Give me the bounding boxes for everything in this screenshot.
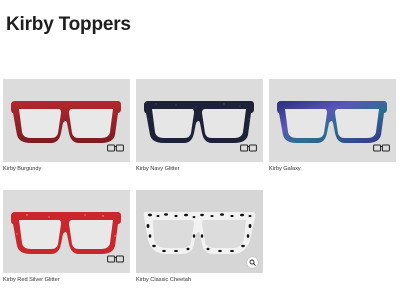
product-image[interactable] xyxy=(3,79,130,162)
product-image[interactable] xyxy=(136,79,263,162)
brand-logo[interactable] xyxy=(183,0,217,6)
product-card[interactable]: Kirby Galaxy xyxy=(269,79,396,172)
glasses-icon xyxy=(240,144,257,152)
product-image[interactable] xyxy=(3,190,130,273)
product-image[interactable] xyxy=(136,190,263,273)
product-name[interactable]: Kirby Burgundy xyxy=(3,166,130,172)
product-image[interactable] xyxy=(269,79,396,162)
glasses-icon xyxy=(107,255,124,263)
product-name[interactable]: Kirby Classic Cheetah xyxy=(136,277,263,283)
glasses-icon xyxy=(107,144,124,152)
product-card[interactable]: Kirby Navy Glitter xyxy=(136,79,263,172)
quick-view-button[interactable] xyxy=(247,257,258,268)
glasses-icon xyxy=(373,144,390,152)
product-name[interactable]: Kirby Navy Glitter xyxy=(136,166,263,172)
page: Kirby Toppers Kirby Burgundy Kirby Navy … xyxy=(0,0,400,290)
product-card[interactable]: Kirby Burgundy xyxy=(3,79,130,172)
glasses-illustration xyxy=(143,212,256,254)
product-name[interactable]: Kirby Galaxy xyxy=(269,166,396,172)
product-card[interactable]: Kirby Red Silver Glitter xyxy=(3,190,130,283)
page-title: Kirby Toppers xyxy=(6,14,131,35)
quick-view-icon xyxy=(249,259,256,266)
product-card[interactable]: Kirby Classic Cheetah xyxy=(136,190,263,283)
product-name[interactable]: Kirby Red Silver Glitter xyxy=(3,277,130,283)
